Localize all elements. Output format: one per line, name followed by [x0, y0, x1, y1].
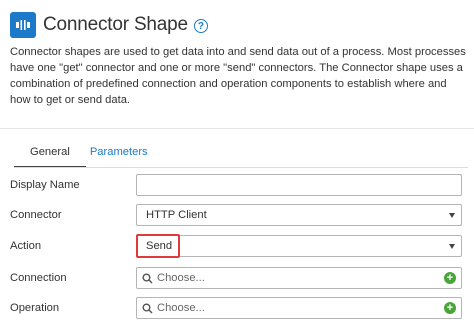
divider: [0, 128, 474, 129]
connector-label: Connector: [10, 209, 62, 221]
page-title: Connector Shape: [43, 14, 188, 35]
connection-row: Connection: [10, 267, 67, 289]
display-name-input[interactable]: [136, 174, 462, 196]
action-highlight-box: [136, 234, 180, 258]
connector-select[interactable]: HTTP Client: [136, 204, 462, 226]
action-value: Send: [146, 240, 173, 252]
display-name-row: Display Name: [10, 174, 80, 196]
chevron-down-icon: [449, 243, 455, 249]
tab-underline: [14, 167, 468, 168]
search-icon: [142, 273, 153, 284]
operation-row: Operation: [10, 297, 59, 319]
tab-general[interactable]: General: [14, 140, 86, 168]
connection-label: Connection: [10, 272, 67, 284]
tab-bar: General Parameters: [14, 140, 164, 168]
operation-placeholder: Choose...: [157, 302, 205, 314]
connector-value: HTTP Client: [146, 209, 207, 221]
help-circle-icon[interactable]: ?: [193, 19, 208, 33]
connection-chooser[interactable]: Choose... +: [136, 267, 462, 289]
operation-chooser[interactable]: Choose... +: [136, 297, 462, 319]
chevron-down-icon: [449, 212, 455, 218]
header: Connector Shape ?: [10, 12, 208, 38]
operation-label: Operation: [10, 302, 60, 314]
action-label: Action: [10, 240, 42, 252]
add-icon[interactable]: +: [444, 302, 456, 314]
description: Connector shapes are used to get data in…: [10, 46, 466, 106]
connection-placeholder: Choose...: [157, 272, 205, 284]
connector-shape-icon: [10, 12, 36, 38]
action-select[interactable]: Send: [136, 235, 462, 257]
search-icon: [142, 303, 153, 314]
display-name-label: Display Name: [10, 179, 80, 191]
tab-parameters[interactable]: Parameters: [86, 140, 164, 168]
add-icon[interactable]: +: [444, 272, 456, 284]
action-row: Action: [10, 235, 41, 257]
connector-row: Connector: [10, 204, 62, 226]
